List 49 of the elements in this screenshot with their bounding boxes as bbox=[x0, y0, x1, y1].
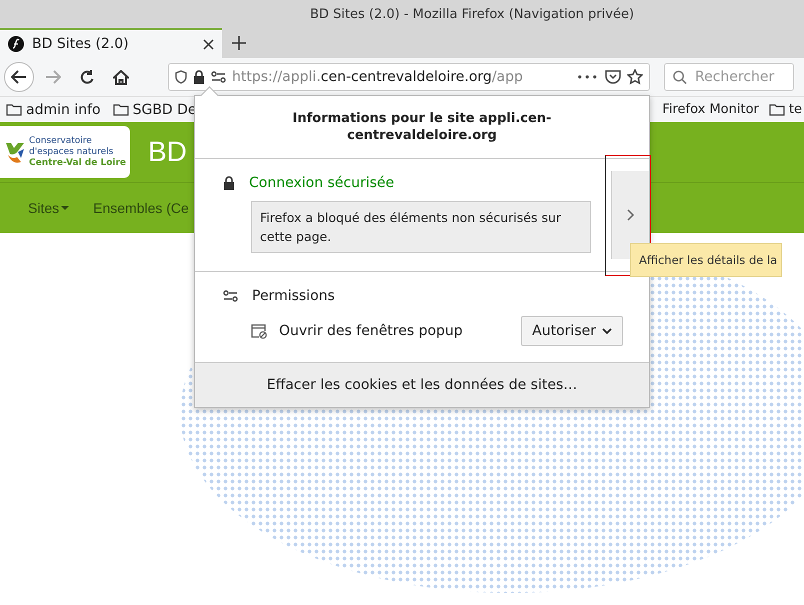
blocked-window-icon bbox=[251, 324, 267, 338]
search-input[interactable]: Rechercher bbox=[695, 69, 785, 85]
logo-text: Centre-Val de Loire bbox=[29, 158, 126, 168]
home-icon bbox=[113, 70, 129, 84]
caret-icon bbox=[602, 328, 612, 334]
permissions-icon bbox=[223, 290, 238, 302]
reload-icon bbox=[80, 70, 94, 84]
bird-logo-icon bbox=[4, 140, 26, 164]
forward-arrow-icon bbox=[45, 70, 61, 84]
folder-icon bbox=[112, 103, 129, 116]
star-icon[interactable] bbox=[627, 69, 643, 85]
shield-icon[interactable] bbox=[175, 70, 187, 84]
page-actions-menu[interactable]: ••• bbox=[576, 70, 599, 84]
browser-tab[interactable]: BD Sites (2.0) bbox=[0, 28, 222, 58]
clear-cookies-button[interactable]: Effacer les cookies et les données de sites… bbox=[195, 363, 649, 407]
warning-message: Firefox a bloqué des éléments non sécurisés sur cette page. bbox=[251, 201, 591, 253]
tab-title: BD Sites (2.0) bbox=[32, 36, 130, 52]
plus-icon bbox=[232, 36, 246, 50]
bookmark[interactable]: te bbox=[788, 102, 802, 117]
logo-text: d'espaces naturels bbox=[29, 146, 114, 158]
back-arrow-icon bbox=[11, 70, 27, 84]
site-favicon-icon bbox=[8, 36, 24, 52]
caret-icon bbox=[61, 206, 70, 210]
permissions-icon[interactable] bbox=[211, 71, 226, 83]
permissions-heading: Permissions bbox=[252, 288, 335, 304]
url-bar[interactable]: https://appli.cen-centrevaldeloire.org/app ••• bbox=[168, 63, 650, 91]
permission-dropdown[interactable]: Autoriser bbox=[521, 316, 623, 346]
site-menu-item[interactable]: Sites bbox=[28, 200, 70, 216]
url-text: https://appli.cen-centrevaldeloire.org/app bbox=[232, 69, 524, 85]
search-field[interactable]: Rechercher bbox=[664, 63, 794, 91]
back-button[interactable] bbox=[4, 62, 34, 92]
bookmark-folder[interactable]: admin info bbox=[26, 102, 101, 118]
lock-icon[interactable] bbox=[193, 70, 205, 84]
permission-label: Ouvrir des fenêtres popup bbox=[279, 323, 464, 339]
tooltip: Afficher les détails de la bbox=[630, 243, 782, 277]
site-title: BD bbox=[148, 136, 187, 168]
search-icon bbox=[673, 70, 687, 84]
chevron-right-icon bbox=[626, 209, 634, 221]
folder-icon bbox=[768, 103, 785, 116]
site-menu-item[interactable]: Ensembles (Ce bbox=[93, 200, 189, 216]
pocket-icon[interactable] bbox=[605, 70, 621, 84]
bookmark[interactable]: Firefox Monitor bbox=[662, 102, 759, 117]
logo-text: Conservatoire bbox=[29, 136, 93, 146]
lock-icon bbox=[223, 176, 235, 190]
site-logo[interactable]: Conservatoire d'espaces naturels Centre-Val de Loire bbox=[0, 126, 130, 178]
connection-status: Connexion sécurisée bbox=[249, 175, 394, 191]
close-icon[interactable] bbox=[203, 38, 214, 50]
window-title: BD Sites (2.0) - Mozilla Firefox (Navigation privée) bbox=[308, 6, 634, 22]
folder-icon bbox=[6, 103, 22, 116]
